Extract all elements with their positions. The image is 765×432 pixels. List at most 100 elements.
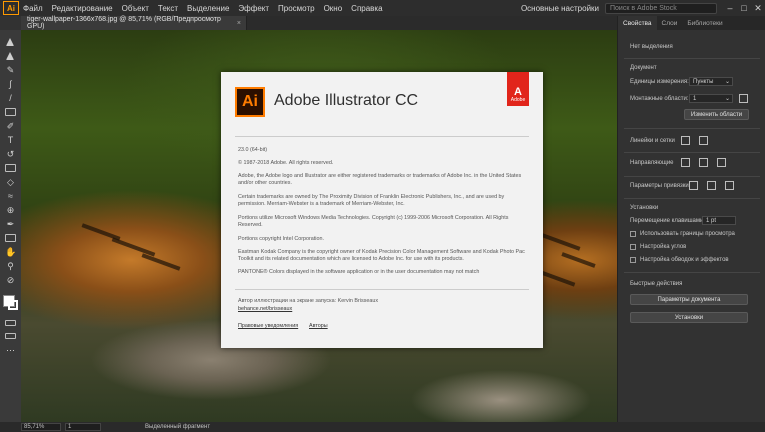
document-section-title: Документ bbox=[630, 65, 657, 71]
stroke-color-swatch[interactable] bbox=[8, 300, 18, 310]
curvature-tool-icon[interactable]: ∫ bbox=[5, 80, 16, 89]
divider bbox=[624, 176, 760, 177]
snap-to-point-icon[interactable] bbox=[689, 181, 698, 190]
guides-lock-icon[interactable] bbox=[699, 158, 708, 167]
scale-strokes-label: Настройка обводок и эффектов bbox=[640, 257, 729, 263]
menu-effect[interactable]: Эффект bbox=[238, 4, 269, 13]
legal-paragraph: Certain trademarks are owned by The Prox… bbox=[238, 194, 505, 207]
rotate-tool-icon[interactable]: ↺ bbox=[5, 150, 16, 159]
width-tool-icon[interactable]: ≈ bbox=[5, 192, 16, 201]
menu-type[interactable]: Текст bbox=[158, 4, 178, 13]
menu-right-group: Основные настройки Поиск в Adobe Stock –… bbox=[521, 0, 765, 16]
menu-bar: Ai Файл Редактирование Объект Текст Выде… bbox=[0, 0, 765, 16]
artboard-options-icon[interactable] bbox=[739, 94, 748, 103]
grid-icon[interactable] bbox=[699, 136, 708, 145]
pen-tool-icon[interactable]: ✎ bbox=[5, 66, 16, 75]
about-dialog[interactable]: Ai Adobe Illustrator CC A Adobe 23.0 (64… bbox=[221, 72, 543, 348]
about-title: Adobe Illustrator CC bbox=[274, 92, 419, 109]
artboard-value: 1 bbox=[693, 95, 697, 102]
tiger-stripe bbox=[141, 253, 181, 271]
menu-edit[interactable]: Редактирование bbox=[52, 4, 113, 13]
snap-to-pixel-icon[interactable] bbox=[707, 181, 716, 190]
menu-object[interactable]: Объект bbox=[122, 4, 149, 13]
keyboard-increment-input[interactable]: 1 pt bbox=[702, 216, 736, 225]
tab-strip bbox=[247, 16, 617, 30]
artboard-tool-icon[interactable] bbox=[5, 234, 16, 242]
snap-options-label: Параметры привязки bbox=[630, 183, 689, 189]
chevron-down-icon: ⌄ bbox=[724, 79, 730, 85]
document-setup-button[interactable]: Параметры документа bbox=[630, 294, 748, 305]
tiger-stripe bbox=[541, 233, 581, 251]
eyedropper-tool-icon[interactable]: ✒ bbox=[5, 220, 16, 229]
divider bbox=[624, 152, 760, 153]
document-tab[interactable]: tiger-wallpaper-1366x768.jpg @ 85,71% (R… bbox=[21, 16, 247, 30]
tiger-stripe bbox=[111, 237, 156, 257]
divider bbox=[624, 272, 760, 273]
menu-view[interactable]: Просмотр bbox=[278, 4, 315, 13]
copyright-text: © 1987-2018 Adobe. All rights reserved. bbox=[238, 160, 334, 166]
draw-mode-icon[interactable] bbox=[5, 333, 16, 339]
close-icon[interactable]: ✕ bbox=[751, 3, 765, 14]
minimize-icon[interactable]: – bbox=[723, 3, 737, 13]
menu-file[interactable]: Файл bbox=[23, 4, 43, 13]
tiger-stripe bbox=[561, 252, 596, 268]
tab-properties[interactable]: Свойства bbox=[618, 16, 657, 30]
no-selection-label: Нет выделения bbox=[630, 44, 673, 50]
maximize-icon[interactable]: □ bbox=[737, 3, 751, 13]
legal-notices-link[interactable]: Правовые уведомления bbox=[238, 323, 298, 330]
artboard-navigator[interactable]: 1 bbox=[65, 423, 101, 431]
units-value: Пункты bbox=[693, 78, 714, 85]
guides-show-icon[interactable] bbox=[681, 158, 690, 167]
menu-select[interactable]: Выделение bbox=[187, 4, 229, 13]
eraser-tool-icon[interactable]: ◇ bbox=[5, 178, 16, 187]
preferences-button[interactable]: Установки bbox=[630, 312, 748, 323]
artboard-select[interactable]: 1 ⌄ bbox=[689, 94, 733, 103]
direct-selection-tool-icon[interactable] bbox=[6, 52, 14, 60]
units-select[interactable]: Пункты ⌄ bbox=[689, 77, 733, 86]
tab-close-icon[interactable]: × bbox=[237, 20, 241, 27]
adobe-tag-text: Adobe bbox=[510, 97, 526, 103]
preferences-section-title: Установки bbox=[630, 205, 659, 211]
menu-window[interactable]: Окно bbox=[324, 4, 343, 13]
status-bar: 85,71% 1 Выделенный фрагмент bbox=[0, 422, 765, 432]
zoom-level-field[interactable]: 85,71% bbox=[21, 423, 61, 431]
quick-actions-title: Быстрые действия bbox=[630, 281, 683, 287]
tab-libraries[interactable]: Библиотеки bbox=[682, 16, 727, 30]
divider bbox=[235, 136, 529, 137]
units-label: Единицы измерения: bbox=[630, 79, 689, 85]
smart-guides-icon[interactable] bbox=[717, 158, 726, 167]
more-tools-icon[interactable]: ⋯ bbox=[5, 346, 16, 355]
slice-tool-icon[interactable]: ⊘ bbox=[5, 276, 16, 285]
adobe-a-glyph: A bbox=[514, 86, 522, 98]
type-tool-icon[interactable]: T bbox=[5, 136, 16, 145]
scale-corners-checkbox[interactable] bbox=[630, 244, 636, 250]
zoom-tool-icon[interactable]: ⚲ bbox=[5, 262, 16, 271]
color-mode-icon[interactable] bbox=[5, 320, 16, 326]
scale-strokes-checkbox[interactable] bbox=[630, 257, 636, 263]
guides-label: Направляющие bbox=[630, 160, 674, 166]
brush-tool-icon[interactable]: / bbox=[5, 94, 16, 103]
hand-tool-icon[interactable]: ✋ bbox=[5, 248, 16, 257]
tab-layers[interactable]: Слои bbox=[657, 16, 683, 30]
selection-tool-icon[interactable] bbox=[6, 38, 14, 46]
menu-help[interactable]: Справка bbox=[351, 4, 382, 13]
artist-link[interactable]: behance.net/brisseaux bbox=[238, 306, 292, 313]
keyboard-increment-label: Перемещение клавишами: bbox=[630, 218, 706, 224]
scale-tool-icon[interactable] bbox=[5, 164, 16, 172]
edit-artboards-button[interactable]: Изменить области bbox=[684, 109, 749, 120]
rectangle-tool-icon[interactable] bbox=[5, 108, 16, 116]
stock-search-input[interactable]: Поиск в Adobe Stock bbox=[605, 2, 717, 14]
shape-builder-tool-icon[interactable]: ⊕ bbox=[5, 206, 16, 215]
tools-panel: ✎ ∫ / ✐ T ↺ ◇ ≈ ⊕ ✒ ✋ ⚲ ⊘ ⋯ bbox=[0, 30, 22, 422]
rulers-grids-label: Линейки и сетки bbox=[630, 138, 675, 144]
panel-tabs: Свойства Слои Библиотеки bbox=[618, 16, 765, 30]
preview-bounds-label: Использовать границы просмотра bbox=[640, 231, 735, 237]
divider bbox=[624, 58, 760, 59]
version-text: 23.0 (64-bit) bbox=[238, 147, 268, 153]
preview-bounds-checkbox[interactable] bbox=[630, 231, 636, 237]
authors-link[interactable]: Авторы bbox=[309, 323, 328, 330]
ruler-icon[interactable] bbox=[681, 136, 690, 145]
workspace-switcher[interactable]: Основные настройки bbox=[521, 4, 599, 13]
pencil-tool-icon[interactable]: ✐ bbox=[5, 122, 16, 131]
snap-to-glyph-icon[interactable] bbox=[725, 181, 734, 190]
